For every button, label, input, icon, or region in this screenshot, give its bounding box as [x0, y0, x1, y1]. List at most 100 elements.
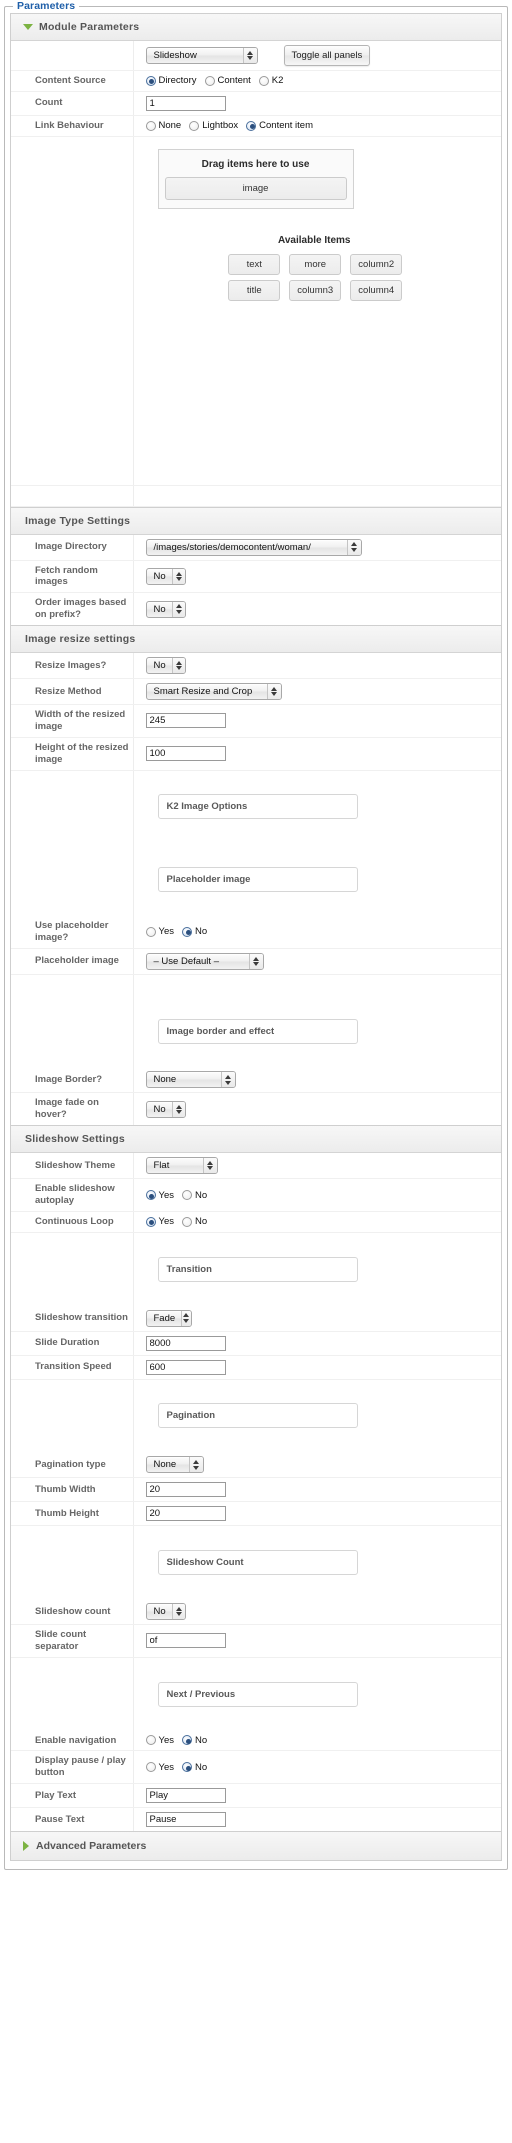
image-fade-hover-select[interactable]: No [145, 1100, 186, 1118]
radio-label: Yes [158, 1189, 175, 1201]
radio-option-none[interactable]: None [145, 120, 181, 131]
link-behaviour-radio-group[interactable]: None Lightbox Content item [145, 120, 500, 131]
table-row-placeholder-image: Placeholder image – Use Default – [11, 948, 501, 975]
panel-header-slideshow-settings[interactable]: Slideshow Settings [11, 1126, 501, 1154]
radio-button-icon[interactable] [145, 120, 156, 131]
radio-option-no[interactable]: No [182, 926, 207, 937]
play-text-input[interactable] [145, 1788, 226, 1804]
image-border-select[interactable]: None [145, 1071, 236, 1089]
row-label-continuous-loop: Continuous Loop [11, 1211, 134, 1233]
continuous-loop-radio-group[interactable]: Yes No [145, 1216, 500, 1227]
order-images-prefix-select[interactable]: No [145, 600, 186, 618]
available-item-column3[interactable]: column3 [289, 279, 342, 301]
radio-button-icon[interactable] [204, 75, 215, 86]
radio-button-icon[interactable] [246, 120, 257, 131]
radio-option-yes[interactable]: Yes [145, 1762, 174, 1773]
slideshow-transition-select[interactable]: Fade [145, 1309, 192, 1327]
row-field-slide-duration [133, 1331, 501, 1356]
panel-header-image-resize-settings[interactable]: Image resize settings [11, 626, 501, 653]
stepper-arrows-icon [181, 1310, 191, 1326]
radio-button-icon[interactable] [258, 75, 269, 86]
slide-count-separator-input[interactable] [145, 1633, 226, 1649]
panel-module-parameters: Module Parameters Slideshow Toggle all p… [10, 13, 502, 508]
available-item-column2[interactable]: column2 [350, 253, 403, 275]
triangle-down-icon [23, 24, 33, 30]
drop-zone[interactable]: Drag items here to use image [157, 148, 354, 209]
table-row-slideshow-transition: Slideshow transition Fade [11, 1305, 501, 1332]
table-row-spacer [11, 1047, 501, 1068]
radio-option-no[interactable]: No [182, 1762, 207, 1773]
available-item-more[interactable]: more [289, 253, 342, 275]
dragdrop-spacer [146, 301, 500, 451]
radio-option-yes[interactable]: Yes [145, 1735, 174, 1746]
transition-speed-input[interactable] [145, 1359, 226, 1375]
placeholder-image-select[interactable]: – Use Default – [145, 952, 264, 970]
panel-header-advanced-parameters[interactable]: Advanced Parameters [10, 1832, 502, 1862]
radio-button-icon[interactable] [145, 1190, 156, 1200]
radio-option-content-item[interactable]: Content item [246, 120, 313, 131]
radio-option-yes[interactable]: Yes [145, 926, 174, 937]
radio-button-icon[interactable] [182, 1190, 192, 1200]
thumb-width-input[interactable] [145, 1482, 226, 1498]
pause-text-input[interactable] [145, 1812, 226, 1828]
radio-option-no[interactable]: No [182, 1216, 207, 1227]
thumb-height-input[interactable] [145, 1506, 226, 1522]
radio-button-icon[interactable] [182, 1762, 192, 1773]
stepper-arrows-icon [266, 684, 281, 699]
height-resized-input[interactable] [145, 746, 226, 762]
radio-button-icon[interactable] [189, 120, 200, 131]
count-input[interactable] [145, 95, 226, 111]
panel-header-image-type-settings[interactable]: Image Type Settings [11, 507, 501, 535]
image-directory-select[interactable]: /images/stories/democontent/woman/ [145, 538, 362, 556]
triangle-right-icon [23, 1841, 29, 1852]
available-item-column4[interactable]: column4 [350, 279, 403, 301]
radio-option-lightbox[interactable]: Lightbox [189, 120, 238, 131]
table-row-use-placeholder: Use placeholder image? Yes No [11, 916, 501, 949]
content-source-radio-group[interactable]: Directory Content K2 [145, 75, 500, 87]
row-label-height-resized: Height of the resized image [11, 737, 134, 771]
radio-button-icon[interactable] [182, 926, 192, 937]
radio-option-yes[interactable]: Yes [145, 1189, 175, 1201]
radio-button-icon[interactable] [145, 75, 156, 86]
available-item-text[interactable]: text [228, 253, 281, 275]
radio-option-k2[interactable]: K2 [258, 75, 284, 87]
fetch-random-images-select[interactable]: No [145, 567, 186, 585]
blank-field [133, 1432, 501, 1452]
layout-select[interactable]: Slideshow [145, 47, 258, 64]
panel-header-module-parameters[interactable]: Module Parameters [11, 14, 501, 41]
radio-option-no[interactable]: No [182, 1190, 207, 1201]
width-resized-input[interactable] [145, 713, 226, 729]
available-item-title[interactable]: title [228, 279, 281, 301]
table-row-count-subheader: Slideshow Count [11, 1546, 501, 1580]
pagination-type-select[interactable]: None [145, 1456, 204, 1474]
radio-option-yes[interactable]: Yes [145, 1216, 174, 1227]
radio-label: K2 [271, 75, 284, 87]
resize-method-select[interactable]: Smart Resize and Crop [145, 683, 282, 700]
resize-images-select[interactable]: No [145, 657, 186, 674]
radio-button-icon[interactable] [182, 1735, 192, 1746]
radio-option-content[interactable]: Content [204, 75, 251, 87]
radio-option-directory[interactable]: Directory [145, 75, 197, 86]
enable-navigation-radio-group[interactable]: Yes No [145, 1735, 500, 1746]
row-label-pagination-type: Pagination type [11, 1452, 134, 1479]
radio-option-no[interactable]: No [182, 1735, 207, 1746]
row-label-count: Count [11, 91, 134, 116]
radio-button-icon[interactable] [145, 1762, 156, 1773]
drop-zone-item-image[interactable]: image [164, 176, 347, 200]
slideshow-theme-select[interactable]: Flat [145, 1157, 218, 1175]
slide-duration-input[interactable] [145, 1335, 226, 1351]
radio-button-icon[interactable] [145, 926, 156, 937]
row-label-link-behaviour: Link Behaviour [11, 115, 134, 137]
use-placeholder-radio-group[interactable]: Yes No [145, 926, 500, 937]
radio-button-icon[interactable] [145, 1735, 156, 1746]
toggle-all-panels-button[interactable]: Toggle all panels [283, 45, 371, 66]
panel-title-image-type-settings: Image Type Settings [25, 514, 131, 527]
radio-button-icon[interactable] [145, 1216, 156, 1227]
autoplay-radio-group[interactable]: Yes No [145, 1189, 500, 1201]
slideshow-count-select[interactable]: No [145, 1603, 186, 1620]
display-pause-play-radio-group[interactable]: Yes No [145, 1762, 500, 1773]
table-row-autoplay: Enable slideshow autoplay Yes No [11, 1178, 501, 1212]
radio-button-icon[interactable] [182, 1216, 192, 1227]
radio-label: Content [217, 75, 251, 87]
row-label-thumb-height: Thumb Height [11, 1501, 134, 1527]
